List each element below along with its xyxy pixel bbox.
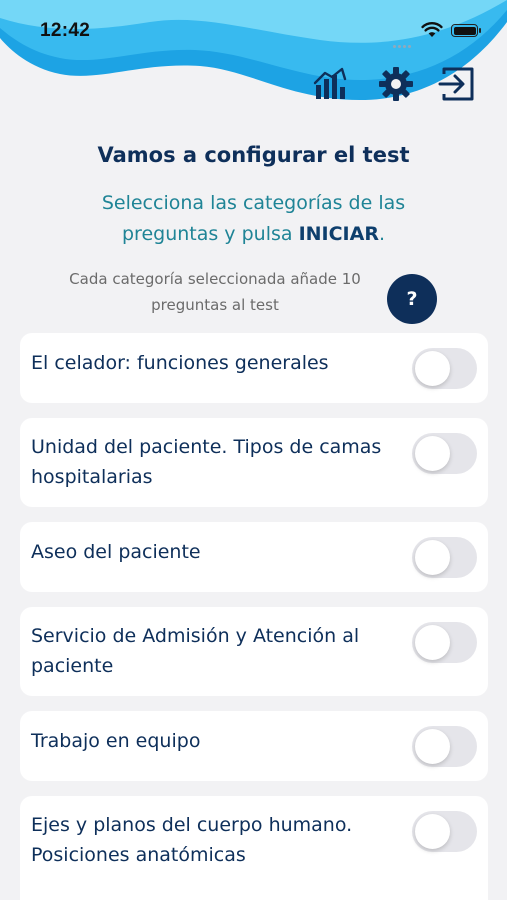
category-card-2[interactable]: Unidad del paciente. Tipos de camas hosp… xyxy=(20,418,488,507)
instructions-text: Selecciona las categorías de las pregunt… xyxy=(60,188,447,250)
toggle-knob xyxy=(415,814,450,849)
instructions-end: . xyxy=(378,223,385,245)
cellular-signal-icon xyxy=(393,33,417,48)
toggle-knob xyxy=(415,436,450,471)
category-label: Servicio de Admisión y Atención al pacie… xyxy=(31,625,360,677)
wifi-icon xyxy=(421,21,443,42)
category-toggle[interactable] xyxy=(412,348,477,389)
category-toggle[interactable] xyxy=(412,433,477,474)
category-toggle[interactable] xyxy=(412,726,477,767)
gear-icon xyxy=(379,67,413,101)
category-toggle[interactable] xyxy=(412,811,477,852)
category-card-4[interactable]: Servicio de Admisión y Atención al pacie… xyxy=(20,607,488,696)
category-card-6[interactable]: Ejes y planos del cuerpo humano. Posicio… xyxy=(20,796,488,900)
category-label: Ejes y planos del cuerpo humano. Posicio… xyxy=(31,814,353,866)
status-time: 12:42 xyxy=(40,20,91,41)
stats-icon xyxy=(313,67,347,99)
category-card-1[interactable]: El celador: funciones generales xyxy=(20,333,488,403)
toggle-knob xyxy=(415,729,450,764)
category-label: Unidad del paciente. Tipos de camas hosp… xyxy=(31,436,382,488)
category-card-3[interactable]: Aseo del paciente xyxy=(20,522,488,592)
logout-icon xyxy=(438,67,474,101)
category-label: Aseo del paciente xyxy=(31,541,201,563)
help-button[interactable]: ? xyxy=(387,274,437,324)
info-text: Cada categoría seleccionada añade 10 pre… xyxy=(69,270,361,314)
stats-button[interactable] xyxy=(310,64,350,104)
start-keyword: INICIAR xyxy=(298,223,379,245)
settings-button[interactable] xyxy=(376,64,416,104)
logout-button[interactable] xyxy=(437,64,477,104)
toggle-knob xyxy=(415,625,450,660)
category-toggle[interactable] xyxy=(412,622,477,663)
battery-icon xyxy=(451,24,481,37)
top-toolbar xyxy=(0,64,507,104)
page-title: Vamos a configurar el test xyxy=(97,143,410,167)
category-label: El celador: funciones generales xyxy=(31,352,329,374)
toggle-knob xyxy=(415,540,450,575)
category-toggle[interactable] xyxy=(412,537,477,578)
toggle-knob xyxy=(415,351,450,386)
category-card-5[interactable]: Trabajo en equipo xyxy=(20,711,488,781)
category-label: Trabajo en equipo xyxy=(31,730,201,752)
status-bar: 12:42 xyxy=(0,0,507,64)
